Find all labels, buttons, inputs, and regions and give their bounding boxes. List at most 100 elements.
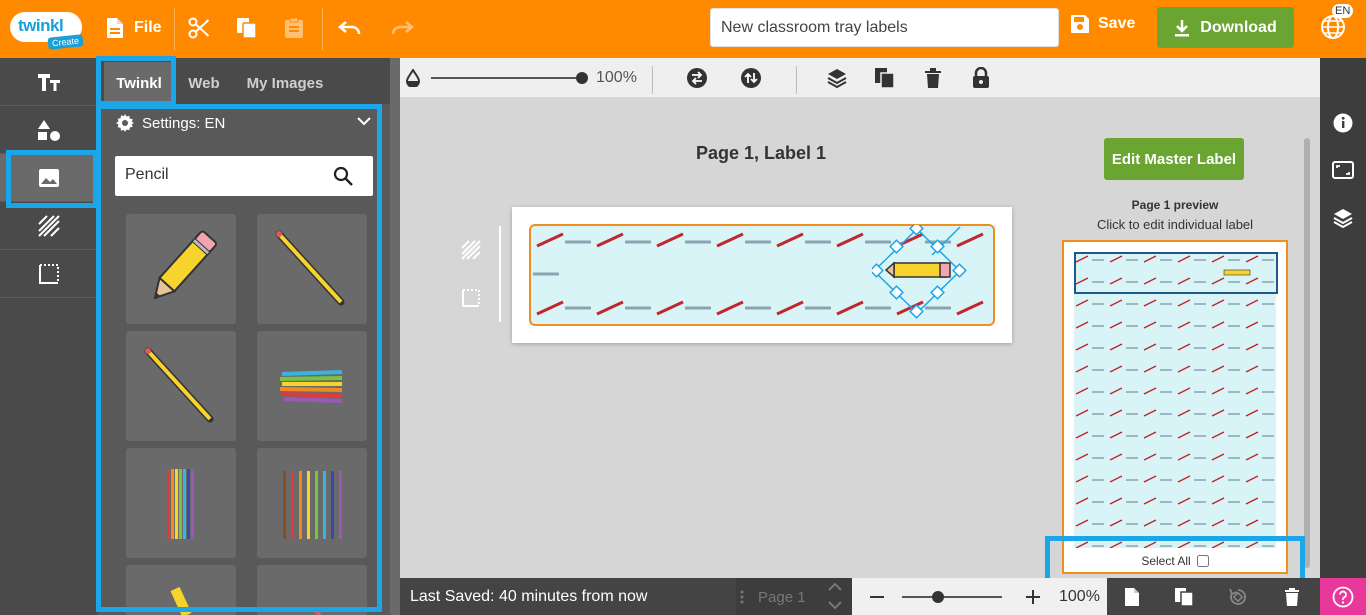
divider: [499, 226, 501, 322]
tool-rail: [0, 58, 98, 615]
trash-icon: [1285, 588, 1299, 606]
add-page-button[interactable]: [1122, 587, 1142, 607]
opacity-icon: [406, 69, 420, 87]
result-coloured-pencils-stack[interactable]: [257, 331, 367, 441]
zoom-controls: 100%: [852, 578, 1107, 615]
page-up-icon[interactable]: [828, 582, 842, 592]
label-card[interactable]: [512, 207, 1012, 343]
preview-subtitle: Click to edit individual label: [1096, 217, 1254, 232]
zoom-value: 100%: [1059, 588, 1100, 605]
image-search: [115, 156, 373, 196]
preview-sheet[interactable]: [1074, 252, 1276, 548]
zoom-slider[interactable]: [902, 596, 1002, 598]
search-icon[interactable]: [333, 166, 353, 186]
search-input[interactable]: [115, 156, 325, 194]
reset-page-button[interactable]: [1228, 587, 1248, 607]
canvas-scrollbar[interactable]: [1304, 138, 1310, 568]
undo-icon: [338, 21, 361, 35]
paste-button[interactable]: [284, 14, 304, 42]
hatch-icon: [38, 214, 60, 237]
pencil-image: [170, 586, 192, 615]
separator: [322, 8, 323, 50]
result-pencil-diagonal[interactable]: [126, 331, 236, 441]
page-selector[interactable]: Page 1: [736, 578, 852, 615]
coloured-pencils-image: [283, 471, 342, 539]
tab-web[interactable]: Web: [174, 62, 234, 104]
separator: [796, 66, 797, 94]
flip-vertical-icon: [741, 68, 761, 88]
help-button[interactable]: [1320, 578, 1366, 615]
document-title-input[interactable]: [710, 8, 1059, 47]
flip-vertical-button[interactable]: [740, 67, 762, 89]
duplicate-page-button[interactable]: [1174, 587, 1194, 607]
result-coloured-pencils-upright[interactable]: [126, 448, 236, 558]
result-pencil-thin[interactable]: [257, 214, 367, 324]
chevron-down-icon[interactable]: [357, 116, 371, 126]
save-icon: [1071, 15, 1089, 33]
copy-button[interactable]: [236, 14, 258, 42]
settings-dropdown[interactable]: Settings: EN: [116, 114, 225, 132]
coloured-pencils-image: [279, 370, 343, 403]
result-pencil-eraser[interactable]: [126, 214, 236, 324]
flip-horizontal-button[interactable]: [686, 67, 708, 89]
edit-master-label-button[interactable]: Edit Master Label: [1104, 138, 1244, 180]
select-all-checkbox[interactable]: [1196, 555, 1209, 567]
separator: [174, 8, 175, 50]
twinkl-logo[interactable]: twinkl Create: [10, 8, 86, 50]
pencil-image: [275, 230, 345, 306]
rail-item-backgrounds[interactable]: [0, 202, 98, 250]
opacity-slider[interactable]: [431, 77, 581, 79]
copy-icon: [237, 18, 257, 39]
info-button[interactable]: [1332, 112, 1354, 134]
zoom-slider-handle[interactable]: [932, 591, 944, 603]
zoom-in-icon[interactable]: [1026, 590, 1040, 604]
file-button[interactable]: File: [106, 14, 162, 42]
page-preview[interactable]: Select All: [1062, 240, 1288, 574]
drag-handle-icon: [740, 590, 744, 604]
cut-button[interactable]: [188, 14, 210, 42]
panel-tabs: Twinkl Web My Images: [98, 58, 390, 104]
selected-pencil-image[interactable]: [872, 225, 968, 319]
layer-order-button[interactable]: [826, 67, 848, 89]
opacity-slider-handle[interactable]: [576, 72, 588, 84]
rail-item-images[interactable]: [0, 154, 98, 202]
border-icon[interactable]: [461, 288, 481, 308]
delete-button[interactable]: [922, 67, 944, 89]
duplicate-button[interactable]: [874, 67, 896, 89]
layers-icon: [827, 69, 847, 89]
save-button[interactable]: Save: [1070, 14, 1135, 34]
rail-item-text[interactable]: [0, 58, 98, 106]
rail-item-shapes[interactable]: [0, 106, 98, 154]
download-button[interactable]: Download: [1157, 7, 1294, 48]
trash-icon: [925, 68, 941, 88]
duplicate-icon: [875, 68, 895, 89]
panel-scrollbar[interactable]: [390, 58, 400, 615]
tab-my-images[interactable]: My Images: [234, 62, 336, 104]
separator: [652, 66, 653, 94]
fit-screen-button[interactable]: [1332, 159, 1354, 181]
result-pencil-partial-2[interactable]: [257, 565, 367, 615]
select-all[interactable]: Select All: [1064, 554, 1286, 568]
redo-button[interactable]: [390, 14, 414, 42]
delete-page-button[interactable]: [1282, 587, 1302, 607]
text-icon: [38, 73, 60, 91]
opacity-value: 100%: [596, 69, 637, 86]
right-rail-top: [1320, 58, 1366, 98]
duplicate-page-icon: [1175, 588, 1194, 607]
preview-selected-label[interactable]: [1074, 252, 1278, 294]
rail-item-borders[interactable]: [0, 250, 98, 298]
layers-button[interactable]: [1332, 207, 1354, 229]
lock-button[interactable]: [970, 67, 992, 89]
download-icon: [1175, 19, 1190, 36]
zoom-out-icon[interactable]: [870, 596, 884, 598]
clipboard-icon: [285, 17, 303, 38]
page-down-icon[interactable]: [828, 600, 842, 610]
tab-twinkl[interactable]: Twinkl: [104, 62, 174, 104]
info-icon: [1333, 113, 1353, 133]
hatch-icon[interactable]: [461, 240, 481, 260]
page-icon: [1125, 588, 1139, 606]
lock-icon: [973, 67, 989, 88]
result-coloured-pencils-row[interactable]: [257, 448, 367, 558]
undo-button[interactable]: [338, 14, 362, 42]
result-pencil-partial[interactable]: [126, 565, 236, 615]
